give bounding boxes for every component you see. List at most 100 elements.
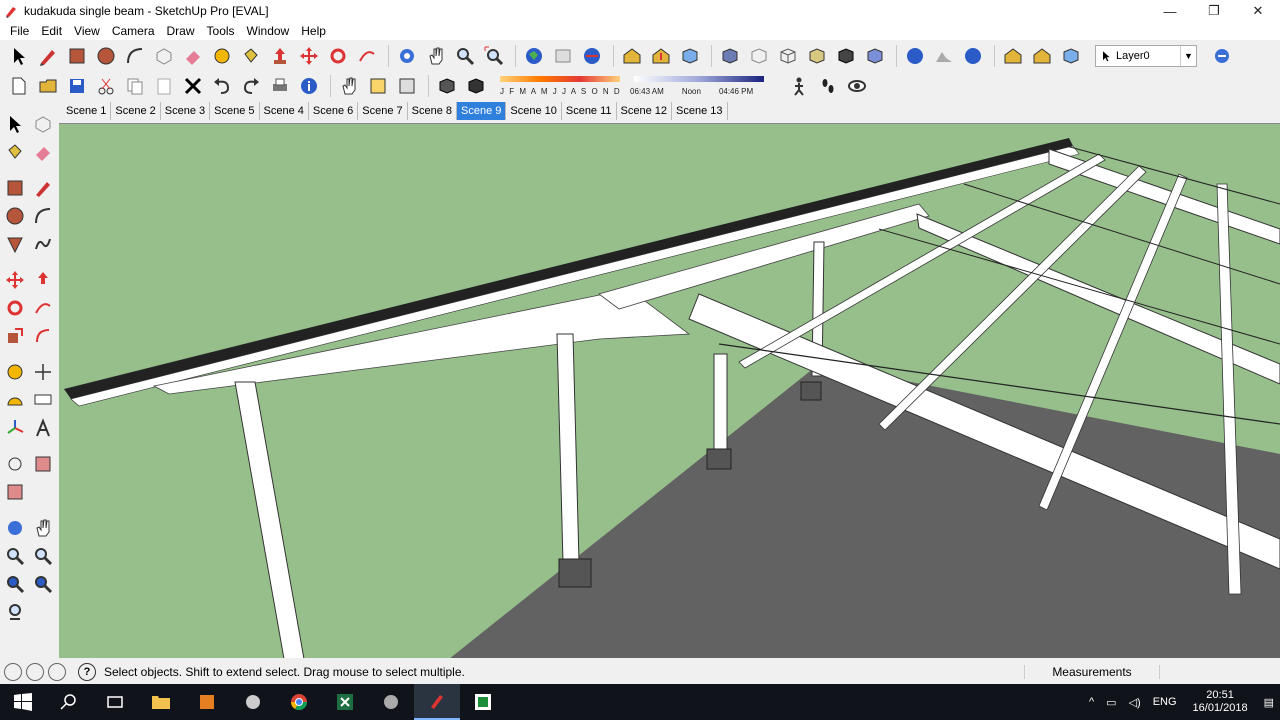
help-icon[interactable]: ? <box>78 663 96 681</box>
menu-file[interactable]: File <box>4 24 35 38</box>
file-explorer-button[interactable] <box>138 684 184 720</box>
credits-status-icon[interactable] <box>26 663 44 681</box>
rectangle-tool-button[interactable] <box>64 43 90 69</box>
tab-scene-13[interactable]: Scene 13 <box>672 102 728 120</box>
section-cut-button[interactable] <box>2 479 28 505</box>
layer-manager-button[interactable] <box>1209 43 1235 69</box>
move-tool-button[interactable] <box>296 43 322 69</box>
share-component-button[interactable] <box>1029 43 1055 69</box>
model-viewport[interactable] <box>59 123 1280 658</box>
monochrome-button[interactable] <box>862 43 888 69</box>
search-button[interactable] <box>46 684 92 720</box>
sketchup-taskbar-button[interactable] <box>414 684 460 720</box>
line-tool-button[interactable] <box>30 175 56 201</box>
delete-button[interactable] <box>180 73 206 99</box>
open-file-button[interactable] <box>35 73 61 99</box>
iso-view-button[interactable] <box>717 43 743 69</box>
notification-icon[interactable]: ▤ <box>1264 696 1274 709</box>
arc-tool-button[interactable] <box>122 43 148 69</box>
3d-text-button[interactable] <box>30 415 56 441</box>
tab-scene-1[interactable]: Scene 1 <box>62 102 112 120</box>
paint-bucket-button[interactable] <box>238 43 264 69</box>
zoom-extents-button[interactable] <box>481 43 507 69</box>
section-display-button[interactable] <box>394 73 420 99</box>
tab-scene-9[interactable]: Scene 9 <box>457 102 507 120</box>
rectangle-tool-button[interactable] <box>2 175 28 201</box>
tab-scene-12[interactable]: Scene 12 <box>617 102 673 120</box>
paint-bucket-button[interactable] <box>2 139 28 165</box>
follow-me-button[interactable] <box>354 43 380 69</box>
zoom-window-button[interactable] <box>30 543 56 569</box>
menu-help[interactable]: Help <box>295 24 332 38</box>
speaker-icon[interactable]: ◁) <box>1129 696 1141 709</box>
extension-manager-button[interactable] <box>1058 43 1084 69</box>
axes-2-button[interactable] <box>2 415 28 441</box>
make-component-button[interactable] <box>151 43 177 69</box>
text-tool-button[interactable] <box>30 387 56 413</box>
new-file-button[interactable] <box>6 73 32 99</box>
warehouse-button[interactable] <box>619 43 645 69</box>
tape-measure-button[interactable] <box>209 43 235 69</box>
walk-button[interactable] <box>336 73 362 99</box>
geo-location-button[interactable] <box>521 43 547 69</box>
clock[interactable]: 20:51 16/01/2018 <box>1193 689 1248 715</box>
print-button[interactable] <box>267 73 293 99</box>
close-button[interactable]: ✕ <box>1236 0 1280 22</box>
section-plane-button[interactable] <box>2 451 28 477</box>
paste-button[interactable] <box>151 73 177 99</box>
move-tool-button[interactable] <box>2 267 28 293</box>
network-icon[interactable]: ▭ <box>1106 696 1116 709</box>
make-component-button[interactable] <box>30 111 56 137</box>
media-player-button[interactable] <box>184 684 230 720</box>
rotate-tool-button[interactable] <box>2 295 28 321</box>
measurements-input[interactable] <box>1160 662 1280 682</box>
camtasia-button[interactable] <box>460 684 506 720</box>
zoom-button[interactable] <box>2 543 28 569</box>
menu-camera[interactable]: Camera <box>106 24 161 38</box>
position-camera-button[interactable] <box>2 599 28 625</box>
zoom-button[interactable] <box>452 43 478 69</box>
tab-scene-3[interactable]: Scene 3 <box>161 102 211 120</box>
tab-scene-11[interactable]: Scene 11 <box>562 102 617 120</box>
user-status-icon[interactable] <box>48 663 66 681</box>
share-model-button[interactable] <box>579 43 605 69</box>
axes-tool-button[interactable] <box>30 359 56 385</box>
shadow-settings-button[interactable] <box>463 73 489 99</box>
shadow-date-time-slider[interactable]: J F M A M J J A S O N D 06:43 AM Noon 04… <box>500 76 780 96</box>
walk-through-button[interactable] <box>815 73 841 99</box>
scale-tool-button[interactable] <box>2 323 28 349</box>
redo-button[interactable] <box>238 73 264 99</box>
select-tool-button[interactable] <box>2 111 28 137</box>
pencil-tool-button[interactable] <box>35 43 61 69</box>
start-button[interactable] <box>0 684 46 720</box>
arc-tool-button[interactable] <box>30 203 56 229</box>
chrome-button[interactable] <box>276 684 322 720</box>
tab-scene-7[interactable]: Scene 7 <box>358 102 408 120</box>
photo-textures-button[interactable] <box>550 43 576 69</box>
polygon-tool-button[interactable] <box>2 231 28 257</box>
geo-location-status-icon[interactable] <box>4 663 22 681</box>
section-plane-button[interactable] <box>365 73 391 99</box>
section-display-button[interactable] <box>30 451 56 477</box>
zoom-extents-button[interactable] <box>2 571 28 597</box>
freehand-tool-button[interactable] <box>30 231 56 257</box>
month-track[interactable] <box>500 76 620 82</box>
orbit-button[interactable] <box>394 43 420 69</box>
offset-tool-button[interactable] <box>30 323 56 349</box>
time-track[interactable] <box>634 76 764 82</box>
terrain-button[interactable] <box>931 43 957 69</box>
previous-view-button[interactable] <box>30 571 56 597</box>
language-indicator[interactable]: ENG <box>1153 696 1177 708</box>
undo-button[interactable] <box>209 73 235 99</box>
layer-dropdown[interactable]: Layer0 ▼ <box>1095 45 1197 67</box>
excel-button[interactable] <box>322 684 368 720</box>
menu-window[interactable]: Window <box>241 24 296 38</box>
cut-button[interactable] <box>93 73 119 99</box>
textured-button[interactable] <box>833 43 859 69</box>
app2-button[interactable] <box>368 684 414 720</box>
menu-tools[interactable]: Tools <box>201 24 241 38</box>
push-pull-button[interactable] <box>30 267 56 293</box>
tab-scene-4[interactable]: Scene 4 <box>260 102 309 120</box>
tab-scene-8[interactable]: Scene 8 <box>408 102 457 120</box>
shadow-toggle-button[interactable] <box>434 73 460 99</box>
